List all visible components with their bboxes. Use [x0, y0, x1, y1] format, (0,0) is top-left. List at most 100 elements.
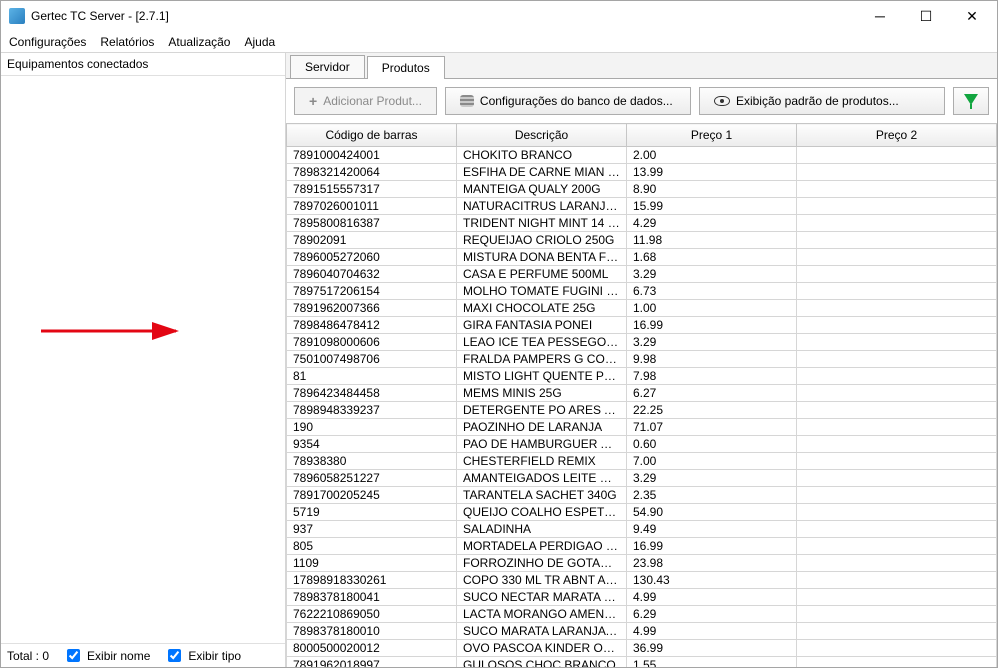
cell-desc: CHOKITO BRANCO: [457, 147, 627, 164]
total-label: Total : 0: [7, 649, 49, 663]
show-type-input[interactable]: [168, 649, 181, 662]
table-row[interactable]: 81MISTO LIGHT QUENTE PEIT...7.98: [287, 368, 997, 385]
annotation-arrow-icon: [41, 321, 191, 341]
cell-p1: 9.98: [627, 351, 797, 368]
cell-p2: [797, 283, 997, 300]
table-row[interactable]: 7501007498706FRALDA PAMPERS G COM 89.98: [287, 351, 997, 368]
cell-code: 7891000424001: [287, 147, 457, 164]
cell-desc: SALADINHA: [457, 521, 627, 538]
menu-update[interactable]: Atualização: [168, 35, 230, 49]
cell-p2: [797, 470, 997, 487]
cell-p2: [797, 368, 997, 385]
table-row[interactable]: 7898486478412GIRA FANTASIA PONEI16.99: [287, 317, 997, 334]
app-window: Gertec TC Server - [2.7.1] ─ ☐ ✕ Configu…: [0, 0, 998, 668]
left-pane: Equipamentos conectados Total : 0 Exibir…: [1, 53, 286, 667]
table-row[interactable]: 17898918330261COPO 330 ML TR ABNT ALT...…: [287, 572, 997, 589]
cell-code: 7896058251227: [287, 470, 457, 487]
menu-config[interactable]: Configurações: [9, 35, 86, 49]
products-table: Código de barras Descrição Preço 1 Preço…: [286, 123, 997, 667]
col-header-price2[interactable]: Preço 2: [797, 124, 997, 147]
cell-p2: [797, 589, 997, 606]
cell-code: 7891098000606: [287, 334, 457, 351]
table-row[interactable]: 7898948339237DETERGENTE PO ARES AZ...22.…: [287, 402, 997, 419]
table-row[interactable]: 7895800816387TRIDENT NIGHT MINT 14 UN4.2…: [287, 215, 997, 232]
table-row[interactable]: 7891962007366MAXI CHOCOLATE 25G1.00: [287, 300, 997, 317]
table-row[interactable]: 1109FORROZINHO DE GOTAS C...23.98: [287, 555, 997, 572]
table-row[interactable]: 7898378180010SUCO MARATA LARANJA 1L4.99: [287, 623, 997, 640]
cell-p2: [797, 198, 997, 215]
cell-p2: [797, 436, 997, 453]
table-row[interactable]: 190PAOZINHO DE LARANJA71.07: [287, 419, 997, 436]
cell-code: 937: [287, 521, 457, 538]
table-header-row: Código de barras Descrição Preço 1 Preço…: [287, 124, 997, 147]
col-header-price1[interactable]: Preço 1: [627, 124, 797, 147]
table-row[interactable]: 78902091REQUEIJAO CRIOLO 250G11.98: [287, 232, 997, 249]
table-row[interactable]: 7891000424001CHOKITO BRANCO2.00: [287, 147, 997, 164]
show-name-checkbox[interactable]: Exibir nome: [63, 646, 150, 665]
maximize-button[interactable]: ☐: [903, 1, 949, 31]
table-row[interactable]: 7896423484458MEMS MINIS 25G6.27: [287, 385, 997, 402]
col-header-code[interactable]: Código de barras: [287, 124, 457, 147]
table-row[interactable]: 7622210869050LACTA MORANGO AMENDO...6.29: [287, 606, 997, 623]
table-row[interactable]: 7897517206154MOLHO TOMATE FUGINI 2KG6.73: [287, 283, 997, 300]
cell-code: 8000500020012: [287, 640, 457, 657]
table-row[interactable]: 78938380CHESTERFIELD REMIX7.00: [287, 453, 997, 470]
table-row[interactable]: 7898378180041SUCO NECTAR MARATA G...4.99: [287, 589, 997, 606]
cell-desc: FORROZINHO DE GOTAS C...: [457, 555, 627, 572]
table-row[interactable]: 5719QUEIJO COALHO ESPETO A...54.90: [287, 504, 997, 521]
titlebar: Gertec TC Server - [2.7.1] ─ ☐ ✕: [1, 1, 997, 31]
show-type-checkbox[interactable]: Exibir tipo: [164, 646, 241, 665]
cell-desc: MOLHO TOMATE FUGINI 2KG: [457, 283, 627, 300]
table-row[interactable]: 8000500020012OVO PASCOA KINDER OVO36.99: [287, 640, 997, 657]
menu-help[interactable]: Ajuda: [244, 35, 275, 49]
show-name-input[interactable]: [67, 649, 80, 662]
table-row[interactable]: 7898321420064ESFIHA DE CARNE MIAN 9 ...1…: [287, 164, 997, 181]
filter-button[interactable]: [953, 87, 989, 115]
table-row[interactable]: 7896058251227AMANTEIGADOS LEITE COM...3.…: [287, 470, 997, 487]
cell-p1: 3.29: [627, 470, 797, 487]
cell-desc: DETERGENTE PO ARES AZ...: [457, 402, 627, 419]
table-row[interactable]: 9354PAO DE HAMBURGUER ALE...0.60: [287, 436, 997, 453]
table-row[interactable]: 805MORTADELA PERDIGAO BO...16.99: [287, 538, 997, 555]
cell-p1: 3.29: [627, 334, 797, 351]
cell-desc: GIRA FANTASIA PONEI: [457, 317, 627, 334]
table-row[interactable]: 7891515557317MANTEIGA QUALY 200G8.90: [287, 181, 997, 198]
cell-p2: [797, 266, 997, 283]
cell-p1: 16.99: [627, 317, 797, 334]
tab-products[interactable]: Produtos: [367, 56, 445, 79]
table-row[interactable]: 937SALADINHA9.49: [287, 521, 997, 538]
content-area: Equipamentos conectados Total : 0 Exibir…: [1, 53, 997, 667]
table-row[interactable]: 7891098000606LEAO ICE TEA PESSEGO LA...3…: [287, 334, 997, 351]
cell-desc: FRALDA PAMPERS G COM 8: [457, 351, 627, 368]
minimize-button[interactable]: ─: [857, 1, 903, 31]
table-row[interactable]: 7897026001011NATURACITRUS LARANJA 2L15.9…: [287, 198, 997, 215]
display-config-button[interactable]: Exibição padrão de produtos...: [699, 87, 945, 115]
cell-p2: [797, 300, 997, 317]
products-table-scroll[interactable]: Código de barras Descrição Preço 1 Preço…: [286, 123, 997, 667]
table-row[interactable]: 7896040704632CASA E PERFUME 500ML3.29: [287, 266, 997, 283]
menu-reports[interactable]: Relatórios: [100, 35, 154, 49]
db-config-button[interactable]: Configurações do banco de dados...: [445, 87, 691, 115]
cell-p2: [797, 147, 997, 164]
cell-code: 7895800816387: [287, 215, 457, 232]
cell-desc: MEMS MINIS 25G: [457, 385, 627, 402]
table-row[interactable]: 7896005272060MISTURA DONA BENTA FES...1.…: [287, 249, 997, 266]
tab-server[interactable]: Servidor: [290, 55, 365, 78]
close-button[interactable]: ✕: [949, 1, 995, 31]
cell-p1: 23.98: [627, 555, 797, 572]
cell-p2: [797, 232, 997, 249]
cell-code: 7896040704632: [287, 266, 457, 283]
cell-p2: [797, 572, 997, 589]
cell-p2: [797, 640, 997, 657]
cell-desc: AMANTEIGADOS LEITE COM...: [457, 470, 627, 487]
table-row[interactable]: 7891962018997GULOSOS CHOC BRANCO1.55: [287, 657, 997, 668]
cell-p2: [797, 317, 997, 334]
cell-p2: [797, 504, 997, 521]
add-product-button: + Adicionar Produt...: [294, 87, 437, 115]
col-header-desc[interactable]: Descrição: [457, 124, 627, 147]
table-row[interactable]: 7891700205245TARANTELA SACHET 340G2.35: [287, 487, 997, 504]
cell-code: 7891700205245: [287, 487, 457, 504]
cell-p1: 54.90: [627, 504, 797, 521]
cell-desc: CHESTERFIELD REMIX: [457, 453, 627, 470]
cell-code: 7898948339237: [287, 402, 457, 419]
